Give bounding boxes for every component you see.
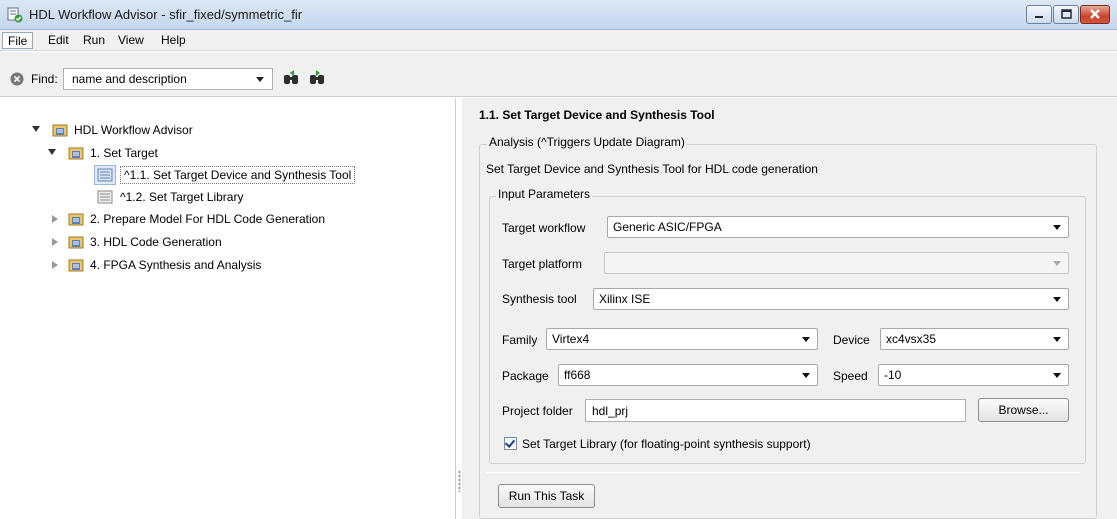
package-select[interactable]: ff668	[558, 364, 818, 386]
tree-label-codegen: 3. HDL Code Generation	[90, 235, 222, 249]
family-select[interactable]: Virtex4	[546, 328, 818, 350]
checkmark-icon	[504, 437, 516, 448]
expand-icon[interactable]	[52, 261, 58, 269]
speed-value: -10	[884, 368, 902, 382]
tree-item-root[interactable]: HDL Workflow Advisor	[0, 120, 450, 140]
menu-file[interactable]: File	[2, 32, 34, 49]
input-parameters-legend: Input Parameters	[496, 187, 593, 201]
target-workflow-value: Generic ASIC/FPGA	[613, 220, 722, 234]
tree-label-root: HDL Workflow Advisor	[74, 123, 193, 137]
speed-label: Speed	[833, 369, 868, 383]
app-icon	[7, 7, 23, 23]
maximize-button[interactable]	[1053, 5, 1079, 24]
tree-item-task-1-2[interactable]: ^1.2. Set Target Library	[0, 187, 450, 207]
task-icon	[97, 168, 113, 182]
close-button[interactable]	[1080, 5, 1110, 24]
window-title: HDL Workflow Advisor - sfir_fixed/symmet…	[29, 7, 303, 22]
chevron-down-icon	[802, 373, 810, 378]
chevron-down-icon	[1053, 337, 1061, 342]
menu-help[interactable]: Help	[156, 32, 191, 49]
menu-run[interactable]: Run	[78, 32, 110, 49]
synthesis-tool-label: Synthesis tool	[502, 292, 577, 306]
find-scope-value: name and description	[72, 72, 187, 86]
project-folder-value: hdl_prj	[592, 404, 629, 418]
task-details-pane: 1.1. Set Target Device and Synthesis Too…	[462, 98, 1117, 519]
tree-item-codegen[interactable]: 3. HDL Code Generation	[0, 232, 450, 252]
minimize-button[interactable]	[1026, 5, 1052, 24]
clear-search-icon[interactable]	[10, 72, 24, 86]
chevron-down-icon	[1053, 297, 1061, 302]
folder-icon	[68, 213, 84, 226]
package-value: ff668	[564, 368, 591, 382]
menu-edit[interactable]: Edit	[43, 32, 74, 49]
tree-item-fpga[interactable]: 4. FPGA Synthesis and Analysis	[0, 255, 450, 275]
tree-label-task-1-2: ^1.2. Set Target Library	[120, 190, 244, 204]
device-label: Device	[833, 333, 870, 347]
device-select[interactable]: xc4vsx35	[880, 328, 1069, 350]
target-workflow-label: Target workflow	[502, 221, 586, 235]
run-task-button[interactable]: Run This Task	[498, 484, 595, 508]
collapse-icon[interactable]	[32, 126, 40, 132]
chevron-down-icon	[1053, 373, 1061, 378]
expand-icon[interactable]	[52, 238, 58, 246]
menu-view[interactable]: View	[113, 32, 149, 49]
close-icon	[1090, 9, 1100, 19]
title-bar: HDL Workflow Advisor - sfir_fixed/symmet…	[0, 0, 1117, 30]
collapse-icon[interactable]	[48, 149, 56, 155]
target-workflow-select[interactable]: Generic ASIC/FPGA	[607, 216, 1069, 238]
target-platform-label: Target platform	[502, 257, 583, 271]
expand-icon[interactable]	[52, 215, 58, 223]
tree-item-task-1-1[interactable]: ^1.1. Set Target Device and Synthesis To…	[0, 165, 450, 185]
chevron-down-icon	[256, 77, 264, 82]
synthesis-tool-value: Xilinx ISE	[599, 292, 651, 306]
package-label: Package	[502, 369, 549, 383]
device-value: xc4vsx35	[886, 332, 937, 346]
tree-label-fpga: 4. FPGA Synthesis and Analysis	[90, 258, 262, 272]
separator	[486, 472, 1080, 473]
tree-label-prepare: 2. Prepare Model For HDL Code Generation	[90, 212, 326, 226]
tree-item-prepare[interactable]: 2. Prepare Model For HDL Code Generation	[0, 209, 450, 229]
speed-select[interactable]: -10	[878, 364, 1069, 386]
menu-bar: File Edit Run View Help	[0, 30, 1117, 51]
find-previous-icon[interactable]	[281, 69, 301, 87]
analysis-legend: Analysis (^Triggers Update Diagram)	[487, 135, 687, 149]
project-folder-input[interactable]: hdl_prj	[585, 399, 966, 422]
tree-item-set-target[interactable]: 1. Set Target	[0, 143, 450, 163]
task-title: 1.1. Set Target Device and Synthesis Too…	[479, 108, 715, 122]
target-library-checkbox-label: Set Target Library (for floating-point s…	[522, 437, 811, 451]
task-tree: HDL Workflow Advisor 1. Set Target ^1.1.…	[0, 98, 456, 519]
chevron-down-icon	[802, 337, 810, 342]
target-platform-select[interactable]	[604, 252, 1069, 274]
folder-icon	[68, 259, 84, 272]
minimize-icon	[1035, 16, 1043, 18]
tree-label-task-1-1: ^1.1. Set Target Device and Synthesis To…	[120, 166, 356, 184]
synthesis-tool-select[interactable]: Xilinx ISE	[593, 288, 1069, 310]
find-toolbar: Find: name and description	[0, 52, 1117, 97]
chevron-down-icon	[1053, 261, 1061, 266]
folder-icon	[52, 124, 68, 137]
family-label: Family	[502, 333, 538, 347]
family-value: Virtex4	[552, 332, 590, 346]
browse-button[interactable]: Browse...	[978, 398, 1069, 422]
task-icon	[97, 190, 113, 204]
maximize-icon	[1061, 9, 1072, 19]
folder-icon	[68, 236, 84, 249]
folder-icon	[68, 147, 84, 160]
chevron-down-icon	[1053, 225, 1061, 230]
find-scope-select[interactable]: name and description	[63, 68, 273, 90]
target-library-checkbox[interactable]	[504, 437, 517, 450]
pane-splitter-handle[interactable]	[458, 470, 461, 492]
find-next-icon[interactable]	[307, 69, 327, 87]
tree-label-set-target: 1. Set Target	[90, 146, 158, 160]
find-label: Find:	[31, 72, 58, 86]
task-description: Set Target Device and Synthesis Tool for…	[486, 162, 818, 176]
project-folder-label: Project folder	[502, 404, 573, 418]
